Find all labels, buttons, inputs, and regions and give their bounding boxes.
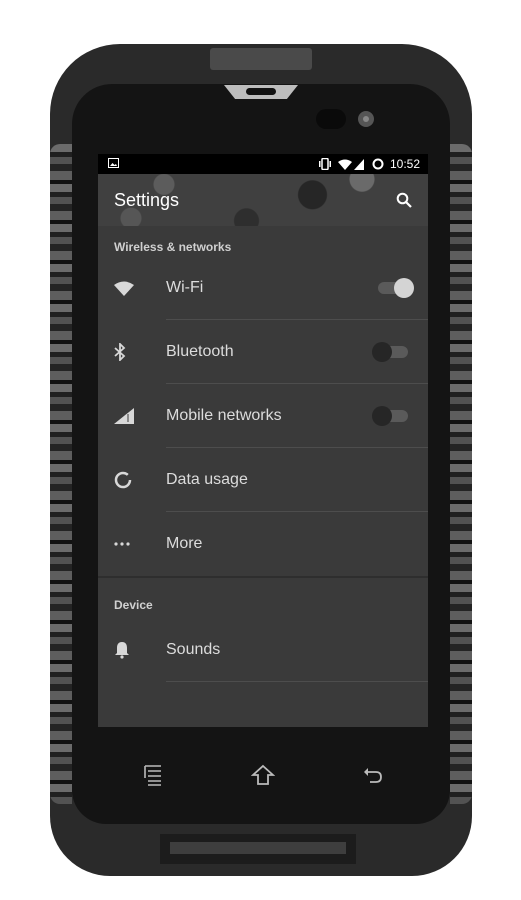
item-label: Data usage: [166, 471, 248, 488]
bluetooth-icon: [98, 343, 150, 361]
menu-button[interactable]: [133, 755, 173, 795]
item-label: Mobile networks: [166, 407, 282, 424]
back-button[interactable]: [353, 755, 393, 795]
settings-item-sounds[interactable]: Sounds: [98, 618, 428, 682]
page-title: Settings: [114, 189, 180, 210]
settings-item-mobile-networks[interactable]: Mobile networks: [98, 384, 428, 448]
section-header-device: Device: [114, 598, 153, 612]
bluetooth-toggle[interactable]: [372, 342, 408, 362]
clock: 10:52: [389, 157, 420, 171]
settings-item-more[interactable]: More: [98, 512, 428, 576]
home-button[interactable]: [243, 755, 283, 795]
more-icon: [98, 542, 150, 546]
cell-signal-icon: [98, 408, 150, 424]
top-bumper: [210, 48, 312, 70]
camo-side-right: [450, 144, 472, 804]
status-bar: 10:52: [98, 154, 428, 174]
item-label: Wi-Fi: [166, 279, 204, 296]
section-header-wireless: Wireless & networks: [114, 240, 232, 254]
navigation-bar: [98, 727, 428, 823]
screen: 10:52 Settings Wireless & networks Wi-Fi…: [98, 154, 428, 727]
home-icon: [251, 764, 275, 785]
wifi-icon: [98, 281, 150, 296]
proximity-sensor: [316, 109, 346, 129]
front-camera: [358, 111, 374, 127]
search-icon[interactable]: [396, 192, 412, 208]
item-label: More: [166, 535, 203, 552]
wifi-toggle[interactable]: [378, 278, 414, 298]
earpiece-speaker: [224, 85, 298, 99]
divider: [166, 681, 428, 682]
settings-item-wifi[interactable]: Wi-Fi: [98, 256, 428, 320]
data-usage-icon: [98, 471, 150, 489]
back-icon: [364, 768, 382, 783]
phone-frame: 10:52 Settings Wireless & networks Wi-Fi…: [50, 44, 472, 876]
menu-icon: [144, 765, 161, 786]
battery-ring-icon: [372, 158, 384, 170]
wifi-icon: [337, 159, 352, 170]
image-icon: [108, 157, 119, 171]
cell-signal-icon: [353, 158, 364, 170]
app-bar: Settings: [98, 174, 428, 226]
item-label: Bluetooth: [166, 343, 234, 360]
mobile-networks-toggle[interactable]: [372, 406, 408, 426]
camo-side-left: [50, 144, 72, 804]
vibrate-icon: [318, 158, 332, 170]
bell-icon: [98, 641, 150, 659]
settings-item-data-usage[interactable]: Data usage: [98, 448, 428, 512]
bottom-bumper: [160, 834, 356, 864]
item-label: Sounds: [166, 641, 221, 658]
settings-item-bluetooth[interactable]: Bluetooth: [98, 320, 428, 384]
